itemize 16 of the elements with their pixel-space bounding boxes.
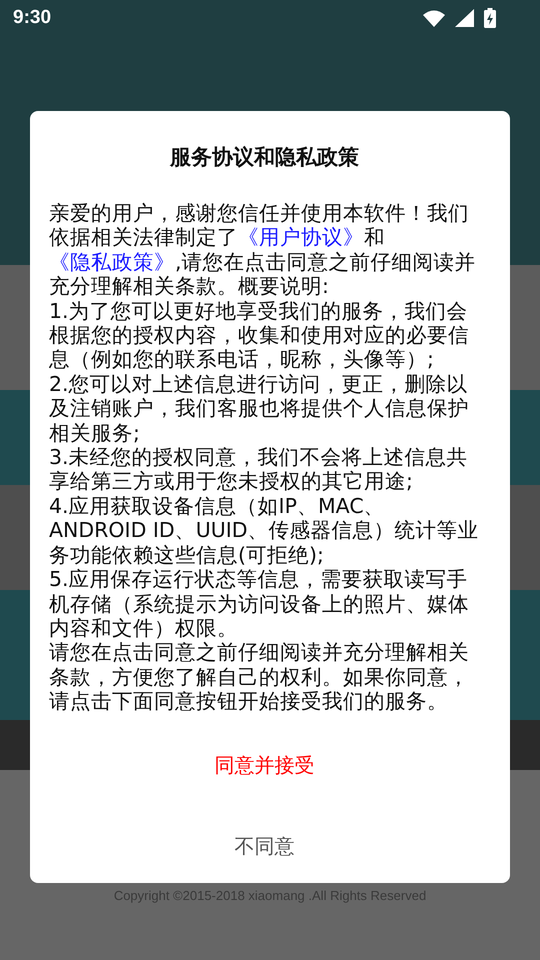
policy-paragraph: 4.应用获取设备信息（如IP、MAC、ANDROID ID、UUID、传感器信息）统计等业务功能依赖这些信息(可拒绝); <box>49 494 480 568</box>
signal-icon <box>455 9 474 27</box>
agree-button[interactable]: 同意并接受 <box>184 734 344 797</box>
battery-icon <box>484 8 496 28</box>
policy-paragraph: 1.为了您可以更好地享受我们的服务，我们会根据您的授权内容，收集和使用对应的必要信息（例如您的联系电话，昵称，头像等）; <box>49 298 470 372</box>
wifi-icon <box>423 10 445 26</box>
agreement-link[interactable]: 《隐私政策》 <box>49 250 175 274</box>
agreement-link[interactable]: 《用户协议》 <box>238 225 364 250</box>
policy-paragraph: 请您在点击同意之前仔细阅读并充分理解相关条款，方便您了解自己的权利。如果你同意，请点击下面同意按钮开始接受我们的服务。 <box>49 640 470 714</box>
status-time: 9:30 <box>13 7 52 29</box>
policy-paragraph: 2.您可以对上述信息进行访问，更正，删除以及注销账户，我们客服也将提供个人信息保护相关服务; <box>49 372 470 446</box>
policy-paragraph: 5.应用保存运行状态等信息，需要获取读写手机存储（系统提示为访问设备上的照片、媒体内容和文件）权限。 <box>49 567 470 640</box>
disagree-button[interactable]: 不同意 <box>204 814 324 878</box>
dialog-title: 服务协议和隐私政策 <box>168 144 360 171</box>
intro-text: 亲爱的用户，感谢您信任并使用本软件！我们依据相关法律制定了《用户协议》和 《隐私政策》,请您在点击同意之前仔细阅读并充分理解相关条款。概要说明: <box>49 201 477 299</box>
policy-paragraph: 3.未经您的授权同意，我们不会将上述信息共享给第三方或用于您未授权的其它用途; <box>49 445 469 494</box>
